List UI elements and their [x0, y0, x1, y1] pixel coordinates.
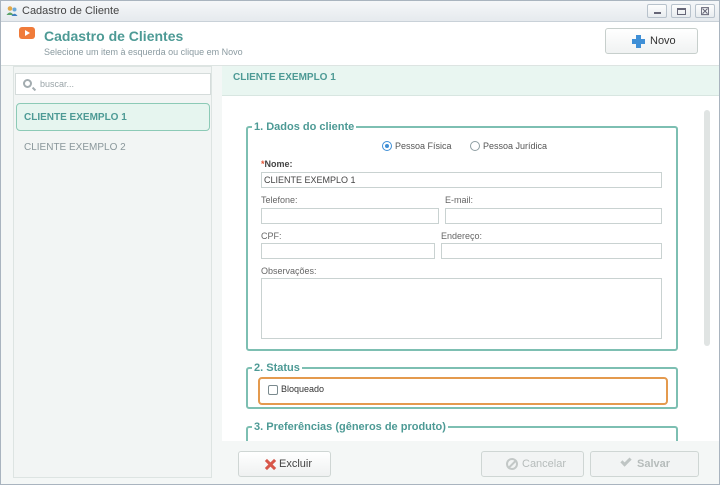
name-label: *Nome: — [261, 159, 293, 169]
cancel-button[interactable]: Cancelar — [481, 451, 584, 477]
client-list-item[interactable]: CLIENTE EXEMPLO 2 — [16, 133, 210, 161]
client-header: CLIENTE EXEMPLO 1 — [222, 66, 719, 96]
person-type-fisica-label: Pessoa Física — [395, 141, 452, 151]
blocked-label: Bloqueado — [281, 384, 325, 394]
person-type-fisica-radio[interactable] — [382, 141, 392, 151]
window-title: Cadastro de Cliente — [22, 5, 120, 17]
new-client-button[interactable]: Novo — [605, 28, 698, 54]
address-field[interactable] — [441, 243, 662, 259]
blocked-option[interactable]: Bloqueado — [258, 377, 668, 405]
delete-icon — [265, 459, 276, 470]
cpf-label: CPF: — [261, 231, 282, 241]
person-type-juridica-label: Pessoa Jurídica — [483, 141, 548, 151]
close-icon: ⊠ — [700, 4, 711, 18]
new-button-label: Novo — [650, 35, 676, 47]
name-field[interactable]: CLIENTE EXEMPLO 1 — [261, 172, 662, 188]
page-subtitle: Selecione um item à esquerda ou clique e… — [44, 47, 243, 57]
client-detail-panel: CLIENTE EXEMPLO 1 1. Dados do cliente Pe… — [222, 66, 719, 484]
minimize-button[interactable] — [647, 4, 667, 18]
minimize-icon — [654, 12, 661, 14]
client-data-section: 1. Dados do cliente Pessoa Física Pessoa… — [246, 121, 678, 351]
status-section: 2. Status Bloqueado — [246, 362, 678, 409]
client-title: CLIENTE EXEMPLO 1 — [233, 72, 336, 83]
page-header: Cadastro de Clientes Selecione um item à… — [1, 22, 719, 66]
maximize-button[interactable] — [671, 4, 691, 18]
title-bar: Cadastro de Cliente ⊠ — [1, 1, 719, 22]
check-icon — [620, 455, 632, 467]
form-scroll-area: 1. Dados do cliente Pessoa Física Pessoa… — [222, 96, 719, 441]
search-box — [15, 73, 211, 95]
phone-label: Telefone: — [261, 195, 298, 205]
client-list-panel: CLIENTE EXEMPLO 1 CLIENTE EXEMPLO 2 — [13, 66, 212, 478]
cancel-icon — [506, 458, 518, 470]
delete-button[interactable]: Excluir — [238, 451, 331, 477]
search-icon — [23, 79, 32, 88]
email-label: E-mail: — [445, 195, 474, 205]
delete-button-label: Excluir — [279, 458, 313, 470]
person-type-juridica-radio[interactable] — [470, 141, 480, 151]
close-button[interactable]: ⊠ — [695, 4, 715, 18]
page-title: Cadastro de Clientes — [44, 28, 184, 44]
scrollbar[interactable] — [704, 110, 710, 346]
phone-field[interactable] — [261, 208, 439, 224]
client-data-legend: 1. Dados do cliente — [252, 121, 357, 133]
users-app-icon — [6, 6, 18, 16]
app-window: Cadastro de Cliente ⊠ Cadastro de Client… — [0, 0, 720, 485]
save-button[interactable]: Salvar — [590, 451, 699, 477]
client-list-item[interactable]: CLIENTE EXEMPLO 1 — [16, 103, 210, 131]
preferences-section: 3. Preferências (gêneros de produto) — [246, 421, 678, 441]
plus-icon — [632, 35, 645, 48]
preferences-legend: 3. Preferências (gêneros de produto) — [252, 421, 448, 433]
cpf-field[interactable] — [261, 243, 435, 259]
blocked-checkbox[interactable] — [268, 385, 278, 395]
maximize-icon — [677, 8, 686, 15]
save-button-label: Salvar — [637, 458, 671, 470]
search-input[interactable] — [40, 77, 205, 91]
notes-label: Observações: — [261, 266, 317, 276]
address-label: Endereço: — [441, 231, 483, 241]
notes-field[interactable] — [261, 278, 662, 339]
cancel-button-label: Cancelar — [522, 458, 567, 470]
video-play-icon — [19, 27, 35, 39]
email-field[interactable] — [445, 208, 662, 224]
status-legend: 2. Status — [252, 362, 302, 374]
name-label-text: Nome: — [264, 159, 293, 169]
